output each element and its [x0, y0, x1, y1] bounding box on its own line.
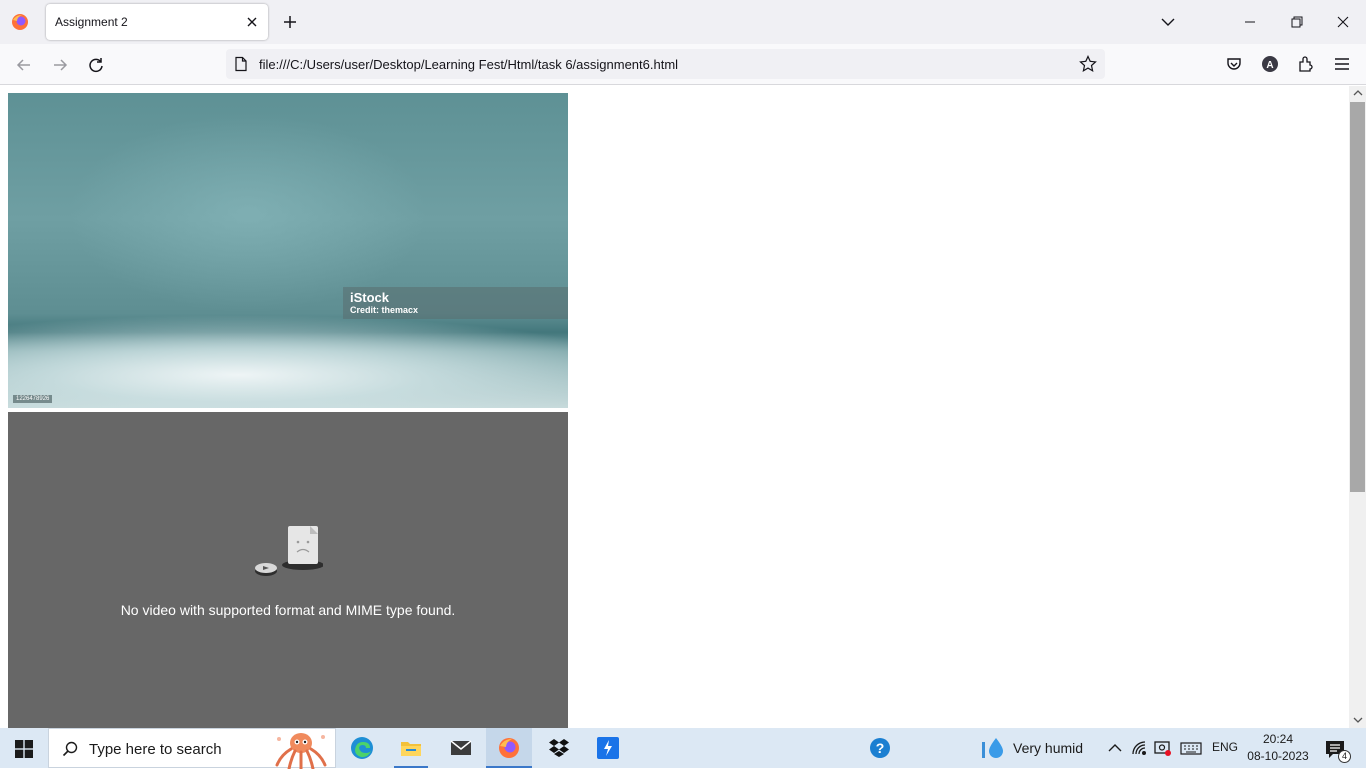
- istock-credit: Credit: themacx: [350, 305, 419, 315]
- chevron-up-icon[interactable]: [1106, 740, 1124, 756]
- istock-brand: iStock: [350, 290, 390, 305]
- scrollbar-thumb[interactable]: [1350, 102, 1365, 492]
- back-icon[interactable]: [13, 54, 35, 76]
- clock-time[interactable]: 20:24: [1250, 732, 1306, 746]
- navigation-toolbar: file:///C:/Users/user/Desktop/Learning F…: [0, 44, 1366, 85]
- bookmark-star-icon[interactable]: [1079, 55, 1097, 73]
- firefox-taskbar-icon[interactable]: [497, 736, 521, 760]
- notification-count-badge: 4: [1338, 750, 1351, 763]
- broken-video-icon: [255, 526, 323, 576]
- tab-title: Assignment 2: [55, 15, 128, 29]
- video-player[interactable]: No video with supported format and MIME …: [8, 412, 568, 728]
- file-explorer-icon[interactable]: [399, 736, 423, 760]
- minimize-window-icon[interactable]: [1240, 12, 1260, 32]
- istock-id: 1226478926: [13, 395, 53, 403]
- url-text[interactable]: file:///C:/Users/user/Desktop/Learning F…: [259, 57, 678, 72]
- restore-window-icon[interactable]: [1287, 12, 1307, 32]
- scroll-up-arrow-icon[interactable]: [1353, 89, 1363, 97]
- istock-watermark: iStock Credit: themacx: [343, 287, 568, 319]
- help-icon[interactable]: ?: [869, 737, 891, 759]
- dropbox-icon[interactable]: [547, 736, 571, 760]
- address-bar[interactable]: file:///C:/Users/user/Desktop/Learning F…: [226, 49, 1105, 79]
- tab-bar: Assignment 2: [0, 0, 1366, 44]
- page-viewport: iStock Credit: themacx 1226478926 No vid…: [0, 86, 1349, 728]
- extensions-icon[interactable]: [1296, 54, 1316, 74]
- svg-text:?: ?: [876, 740, 885, 756]
- svg-text:A: A: [1266, 60, 1273, 71]
- search-icon: [62, 741, 78, 757]
- page-file-icon: [235, 56, 247, 72]
- close-tab-icon[interactable]: [244, 14, 260, 30]
- list-all-tabs-icon[interactable]: [1158, 12, 1178, 32]
- humidity-drop-icon[interactable]: [980, 736, 1006, 760]
- vertical-scrollbar[interactable]: [1349, 86, 1366, 728]
- stock-image: iStock Credit: themacx 1226478926: [8, 93, 568, 408]
- close-window-icon[interactable]: [1333, 12, 1353, 32]
- octopus-search-highlight-icon[interactable]: [269, 729, 331, 769]
- power-automate-icon[interactable]: [596, 736, 620, 760]
- pocket-icon[interactable]: [1224, 54, 1244, 74]
- new-tab-icon[interactable]: [280, 12, 300, 32]
- video-error-message: No video with supported format and MIME …: [120, 602, 456, 618]
- reload-icon[interactable]: [85, 54, 107, 76]
- taskbar-search-box[interactable]: Type here to search: [48, 728, 336, 769]
- account-avatar-icon[interactable]: A: [1260, 54, 1280, 74]
- forward-icon[interactable]: [49, 54, 71, 76]
- clock-date[interactable]: 08-10-2023: [1246, 749, 1310, 763]
- edge-browser-icon[interactable]: [350, 736, 374, 760]
- menu-hamburger-icon[interactable]: [1332, 54, 1352, 74]
- image-glow: [68, 113, 428, 313]
- camera-mic-in-use-icon[interactable]: [1154, 740, 1172, 756]
- search-placeholder: Type here to search: [89, 741, 222, 758]
- mail-icon[interactable]: [449, 736, 473, 760]
- firefox-icon[interactable]: [10, 12, 30, 32]
- weather-text[interactable]: Very humid: [1013, 740, 1083, 756]
- browser-tab-active[interactable]: Assignment 2: [46, 4, 268, 40]
- scroll-down-arrow-icon[interactable]: [1353, 716, 1363, 724]
- keyboard-icon[interactable]: [1180, 740, 1202, 756]
- windows-start-icon[interactable]: [15, 740, 33, 758]
- windows-taskbar: Type here to search ? Very humid ENG 20:…: [0, 728, 1366, 769]
- network-wifi-icon[interactable]: [1131, 740, 1149, 756]
- input-language[interactable]: ENG: [1212, 740, 1238, 754]
